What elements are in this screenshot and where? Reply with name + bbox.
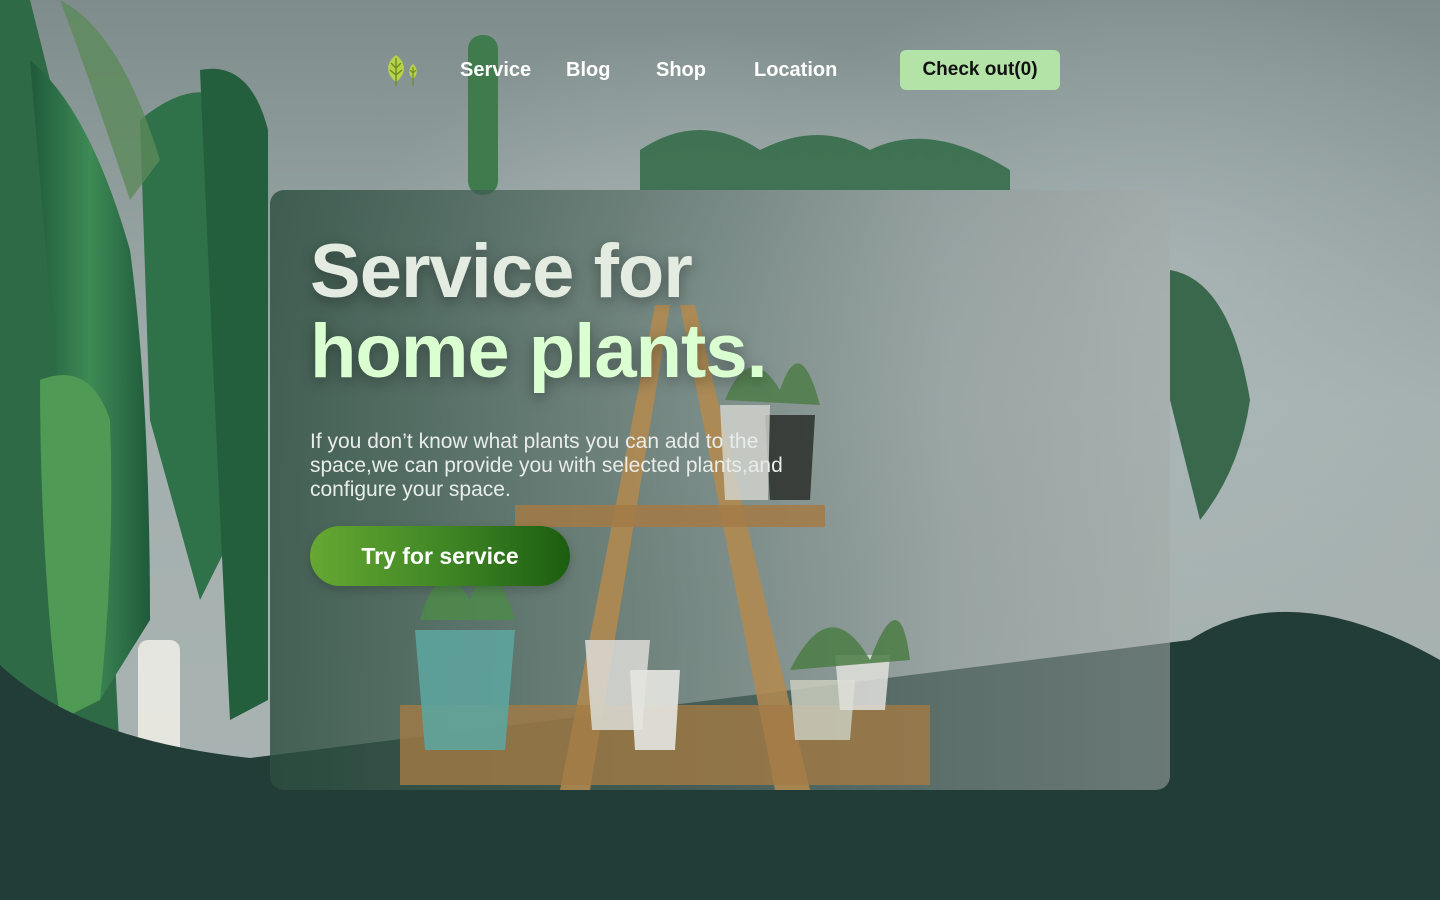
hero-title: Service for home plants. xyxy=(310,232,870,392)
leaf-tree-icon[interactable] xyxy=(382,52,422,88)
nav-link-location[interactable]: Location xyxy=(754,59,837,82)
nav-link-shop[interactable]: Shop xyxy=(656,59,706,82)
nav-link-service[interactable]: Service xyxy=(460,59,531,82)
nav-link-blog[interactable]: Blog xyxy=(566,59,610,82)
hero-card: Service for home plants. If you don’t kn… xyxy=(270,190,1170,790)
try-for-service-button[interactable]: Try for service xyxy=(310,526,570,586)
top-nav: Service Blog Shop Location Check out(0) xyxy=(380,50,1060,90)
hero-title-line2: home plants. xyxy=(310,309,768,394)
checkout-button[interactable]: Check out(0) xyxy=(900,50,1060,90)
hero-title-line1: Service for xyxy=(310,229,693,314)
hero-description: If you don’t know what plants you can ad… xyxy=(310,430,783,501)
